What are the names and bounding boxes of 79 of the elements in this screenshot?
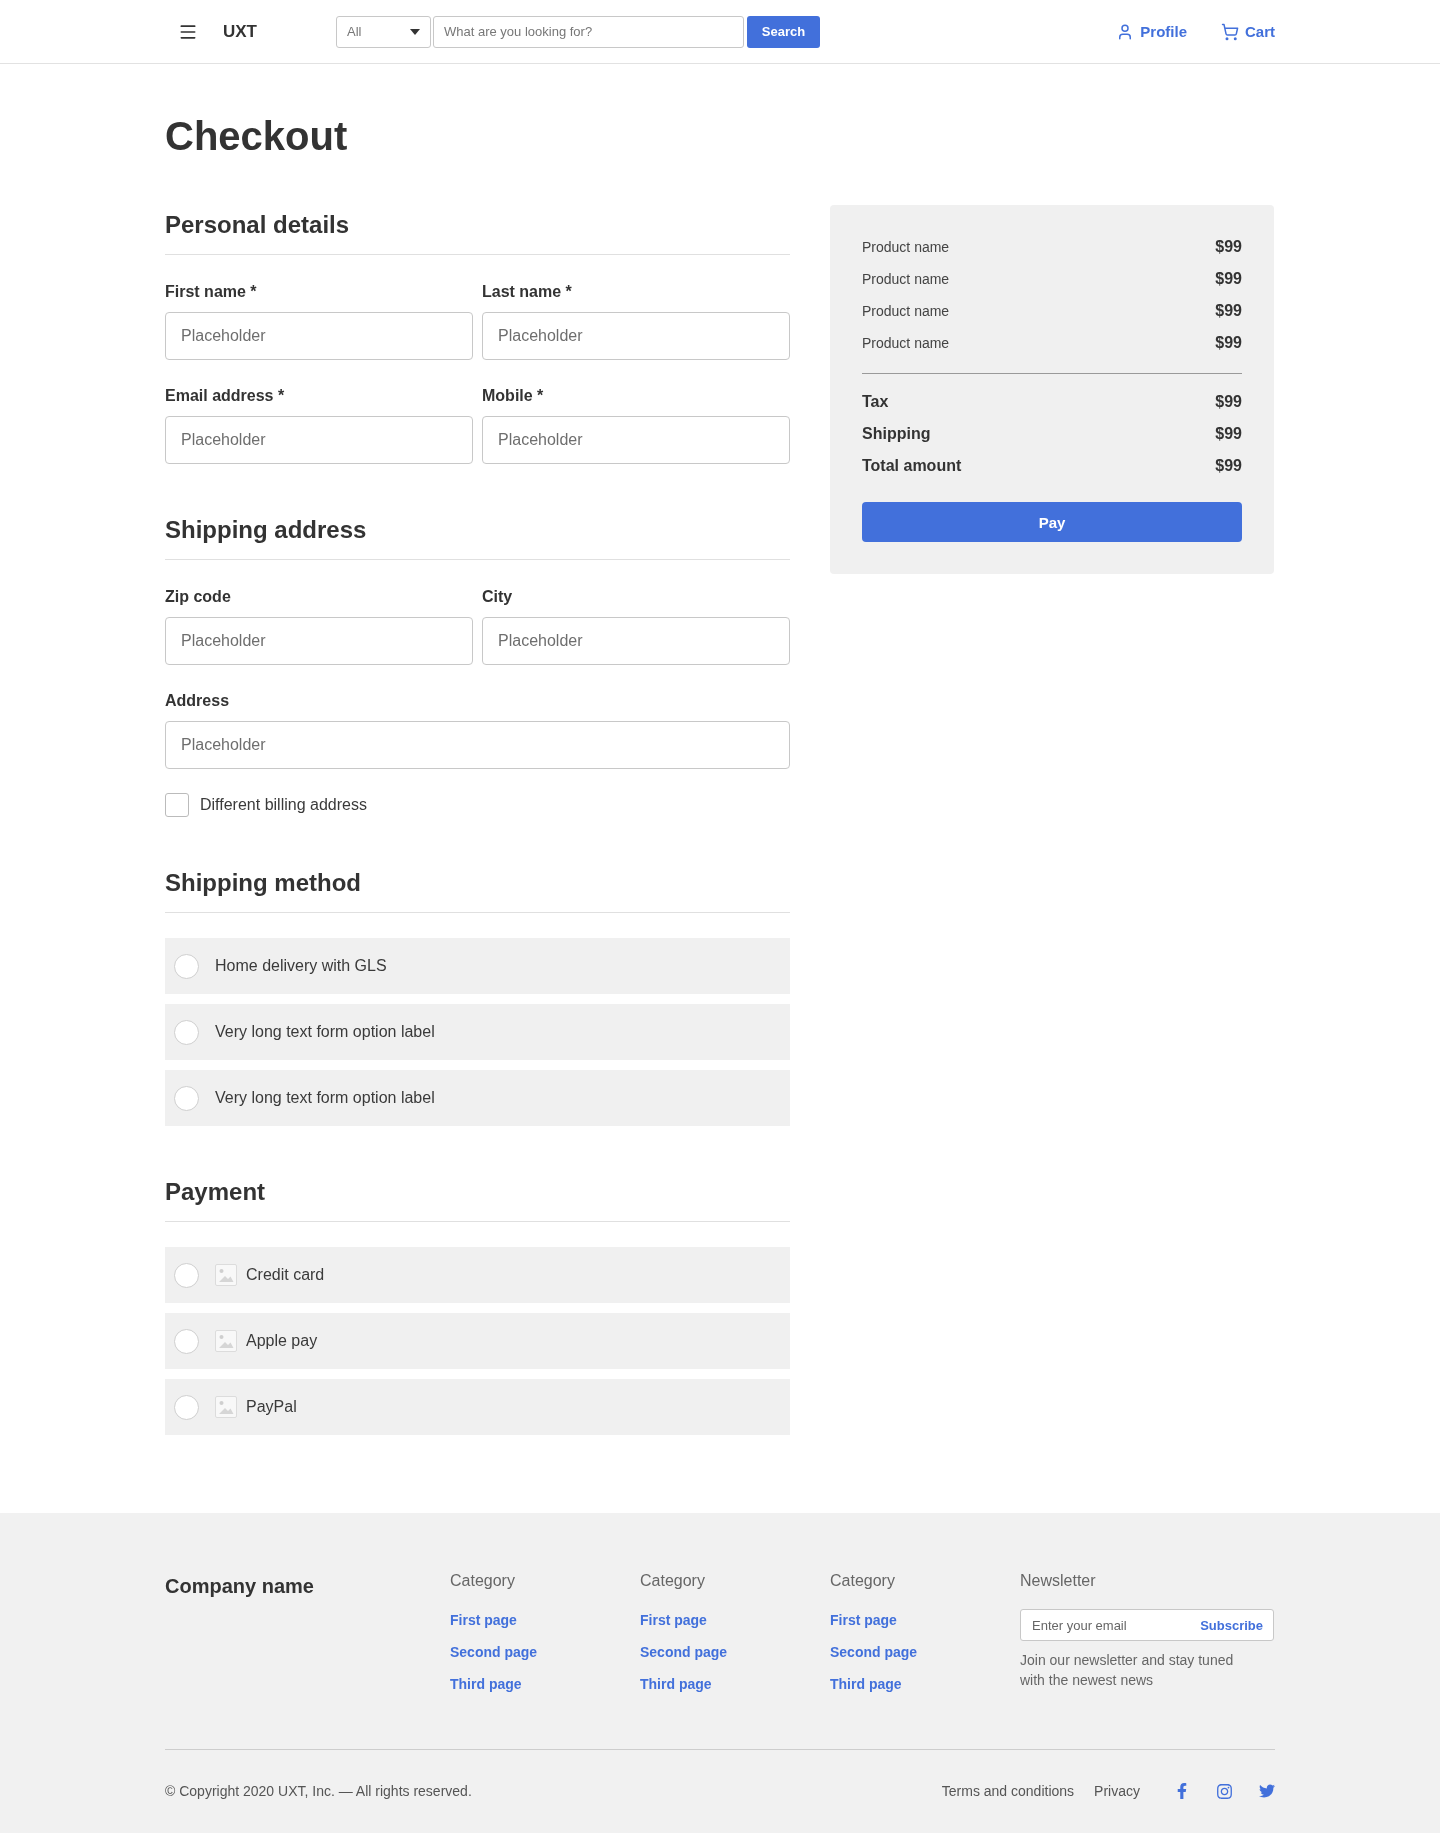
brand-name: UXT bbox=[223, 20, 257, 43]
text-field[interactable]: Placeholder bbox=[482, 312, 790, 360]
product-name: Product name bbox=[862, 302, 950, 321]
checkbox-label: Different billing address bbox=[200, 795, 367, 815]
email-input[interactable]: Enter your email bbox=[1032, 1614, 1201, 1636]
text-field[interactable]: Placeholder bbox=[165, 416, 473, 464]
newsletter-field[interactable]: Enter your email Subscribe bbox=[1020, 1609, 1274, 1641]
radio-button[interactable] bbox=[174, 1019, 199, 1045]
radio-option[interactable]: Home delivery with GLS bbox=[165, 938, 790, 994]
footer-link[interactable]: First page bbox=[830, 1610, 897, 1630]
field-label: First name * bbox=[165, 282, 258, 302]
radio-option[interactable]: Apple pay bbox=[165, 1313, 790, 1369]
product-name: Product name bbox=[862, 238, 950, 257]
product-name: Product name bbox=[862, 334, 950, 353]
total-label: Total amount bbox=[862, 456, 962, 476]
total-label: Tax bbox=[862, 392, 889, 412]
footer-link[interactable]: Terms and conditions bbox=[941, 1781, 1075, 1801]
section-heading: Shipping address bbox=[165, 515, 368, 545]
column-title: Category bbox=[640, 1571, 706, 1591]
footer-link[interactable]: Second page bbox=[830, 1642, 918, 1662]
column-title: Newsletter bbox=[1020, 1571, 1097, 1591]
footer-link[interactable]: Second page bbox=[450, 1642, 538, 1662]
newsletter-note: Join our newsletter and stay tuned with the newest news bbox=[1020, 1651, 1235, 1690]
subscribe-button[interactable]: Subscribe bbox=[1200, 1617, 1263, 1633]
product-price: $99 bbox=[1215, 333, 1242, 353]
column-title: Category bbox=[450, 1571, 516, 1591]
profile-link[interactable]: Profile bbox=[1116, 21, 1187, 42]
text-field[interactable]: Placeholder bbox=[165, 721, 790, 769]
section-heading: Shipping method bbox=[165, 868, 362, 898]
footer-link[interactable]: Third page bbox=[640, 1674, 712, 1694]
footer-link[interactable]: Third page bbox=[450, 1674, 522, 1694]
product-price: $99 bbox=[1215, 237, 1242, 257]
radio-option[interactable]: Very long text form option label bbox=[165, 1070, 790, 1126]
radio-button[interactable] bbox=[174, 1328, 199, 1354]
text-field[interactable]: Placeholder bbox=[165, 312, 473, 360]
footer-link[interactable]: Privacy bbox=[1094, 1781, 1140, 1801]
text-field[interactable]: Placeholder bbox=[482, 416, 790, 464]
product-price: $99 bbox=[1215, 301, 1242, 321]
radio-button[interactable] bbox=[174, 1394, 199, 1420]
radio-option[interactable]: Credit card bbox=[165, 1247, 790, 1303]
column-title: Category bbox=[830, 1571, 896, 1591]
text-field[interactable]: Placeholder bbox=[482, 617, 790, 665]
field-label: Address bbox=[165, 691, 231, 711]
field-label: Zip code bbox=[165, 587, 232, 607]
search-field[interactable]: What are you looking for? bbox=[433, 15, 744, 48]
footer-link[interactable]: Second page bbox=[640, 1642, 728, 1662]
section-heading: Payment bbox=[165, 1177, 267, 1207]
search-button[interactable]: Search bbox=[747, 15, 820, 48]
field-label: City bbox=[482, 587, 514, 607]
field-label: Mobile * bbox=[482, 386, 545, 406]
radio-option[interactable]: PayPal bbox=[165, 1379, 790, 1435]
radio-button[interactable] bbox=[174, 1262, 199, 1288]
radio-button[interactable] bbox=[174, 1085, 199, 1111]
footer-link[interactable]: First page bbox=[640, 1610, 707, 1630]
pay-button[interactable]: Pay bbox=[862, 502, 1242, 542]
page-title: Checkout bbox=[165, 113, 349, 160]
footer-link[interactable]: Third page bbox=[830, 1674, 902, 1694]
total-value: $99 bbox=[1215, 456, 1242, 476]
instagram-icon[interactable] bbox=[1216, 1782, 1233, 1800]
checkbox[interactable] bbox=[165, 793, 189, 817]
cart-icon bbox=[1221, 22, 1239, 41]
total-value: $99 bbox=[1215, 424, 1242, 444]
cart-link[interactable]: Cart bbox=[1221, 21, 1275, 42]
radio-option[interactable]: Very long text form option label bbox=[165, 1004, 790, 1060]
total-value: $99 bbox=[1215, 392, 1242, 412]
field-label: Email address * bbox=[165, 386, 286, 406]
company-name: Company name bbox=[165, 1574, 315, 1599]
caret-icon bbox=[410, 28, 420, 35]
twitter-icon[interactable] bbox=[1259, 1783, 1275, 1799]
field-label: Last name * bbox=[482, 282, 573, 302]
radio-button[interactable] bbox=[174, 953, 199, 979]
copyright-text: © Copyright 2020 UXT, Inc. — All rights reserved. bbox=[165, 1782, 472, 1801]
product-name: Product name bbox=[862, 270, 950, 289]
text-field[interactable]: Placeholder bbox=[165, 617, 473, 665]
footer-link[interactable]: First page bbox=[450, 1610, 517, 1630]
section-heading: Personal details bbox=[165, 210, 351, 240]
product-price: $99 bbox=[1215, 269, 1242, 289]
total-label: Shipping bbox=[862, 424, 931, 444]
category-select[interactable]: All bbox=[336, 15, 431, 48]
